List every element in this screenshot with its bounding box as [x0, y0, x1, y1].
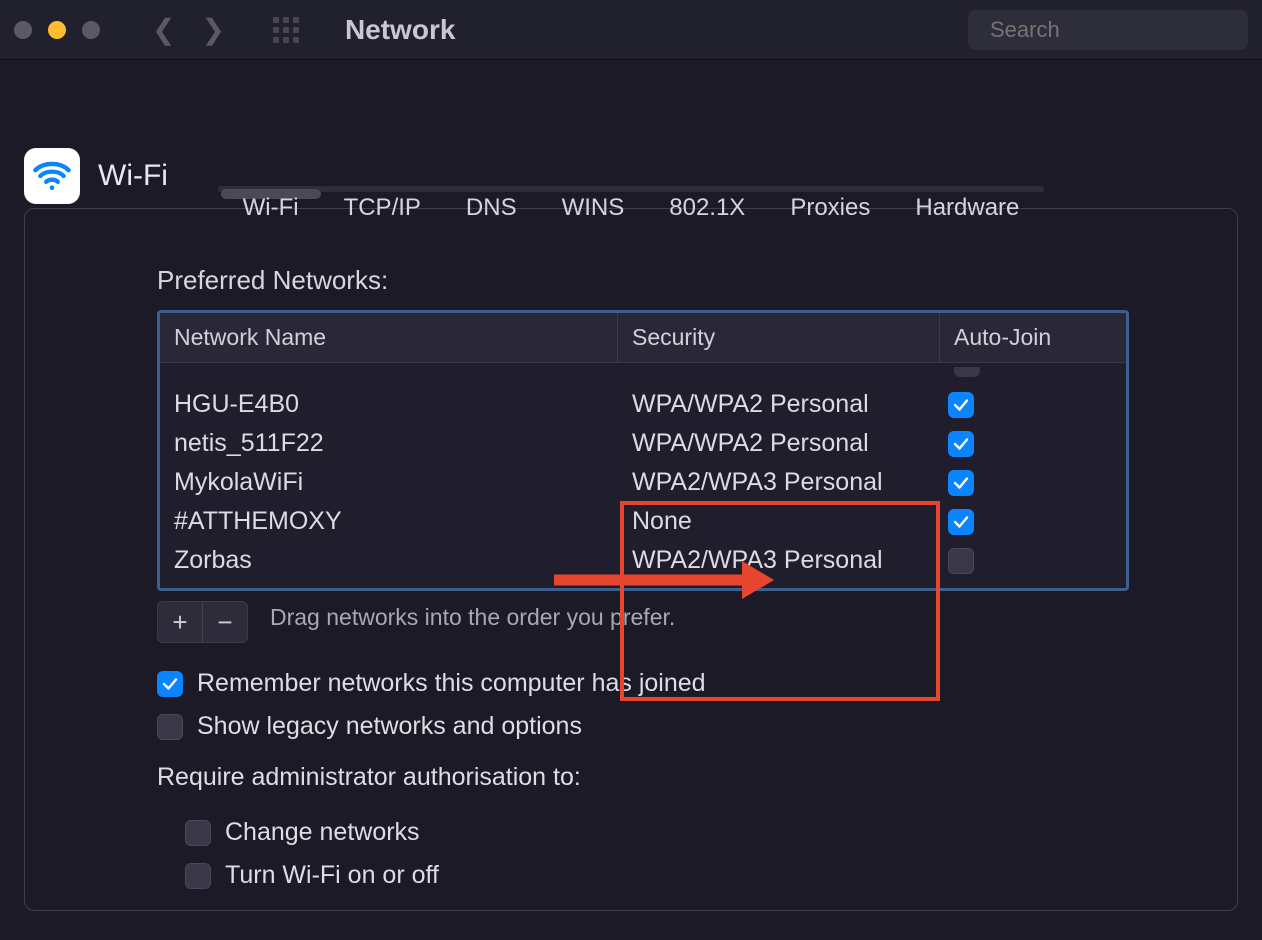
remember-networks-option[interactable]: Remember networks this computer has join… [157, 669, 1237, 698]
search-input[interactable] [990, 17, 1262, 43]
column-auto-join[interactable]: Auto-Join [940, 313, 1126, 362]
network-name-cell: netis_511F22 [160, 429, 618, 458]
turn-wifi-option[interactable]: Turn Wi-Fi on or off [185, 861, 1237, 890]
close-window-button[interactable] [14, 21, 32, 39]
auto-join-checkbox[interactable] [948, 392, 974, 418]
tab-dns[interactable]: DNS [444, 189, 539, 199]
add-network-button[interactable]: + [158, 602, 202, 642]
turn-wifi-label: Turn Wi-Fi on or off [225, 861, 439, 890]
auto-join-cell [940, 548, 1126, 574]
zoom-window-button[interactable] [82, 21, 100, 39]
show-legacy-checkbox[interactable] [157, 714, 183, 740]
network-name-cell: #ATTHEMOXY [160, 507, 618, 536]
change-networks-option[interactable]: Change networks [185, 818, 1237, 847]
settings-panel: Wi-FiTCP/IPDNSWINS802.1XProxiesHardware … [24, 208, 1238, 911]
network-name-cell: Zorbas [160, 546, 618, 575]
table-row[interactable]: MykolaWiFiWPA2/WPA3 Personal [160, 463, 1126, 502]
wifi-icon [24, 148, 80, 204]
auto-join-checkbox[interactable] [948, 470, 974, 496]
show-legacy-option[interactable]: Show legacy networks and options [157, 712, 1237, 741]
minimize-window-button[interactable] [48, 21, 66, 39]
pref-title: Wi-Fi [98, 159, 168, 193]
nav-buttons: ❮ ❯ [152, 16, 225, 44]
tab-tcpip[interactable]: TCP/IP [322, 189, 443, 199]
tab-proxies[interactable]: Proxies [768, 189, 892, 199]
auto-join-cell [940, 392, 1126, 418]
auto-join-checkbox[interactable] [948, 548, 974, 574]
tab-wifi[interactable]: Wi-Fi [221, 189, 321, 199]
table-header: Network Name Security Auto-Join [160, 313, 1126, 363]
window-title: Network [345, 14, 455, 46]
auto-join-checkbox-partial[interactable] [954, 367, 980, 377]
column-security[interactable]: Security [618, 313, 940, 362]
forward-button[interactable]: ❯ [201, 16, 224, 44]
show-all-icon[interactable] [273, 17, 299, 43]
remember-networks-label: Remember networks this computer has join… [197, 669, 706, 698]
search-field[interactable] [968, 10, 1248, 50]
security-cell: WPA/WPA2 Personal [618, 429, 940, 458]
back-button[interactable]: ❮ [152, 16, 175, 44]
security-cell: WPA2/WPA3 Personal [618, 468, 940, 497]
remove-network-button[interactable]: − [203, 602, 247, 642]
drag-reorder-hint: Drag networks into the order you prefer. [270, 604, 675, 631]
tab-wins[interactable]: WINS [540, 189, 647, 199]
show-legacy-label: Show legacy networks and options [197, 712, 582, 741]
auto-join-cell [940, 509, 1126, 535]
window-toolbar: ❮ ❯ Network [0, 0, 1262, 60]
turn-wifi-checkbox[interactable] [185, 863, 211, 889]
security-cell: WPA/WPA2 Personal [618, 390, 940, 419]
auto-join-checkbox[interactable] [948, 431, 974, 457]
security-cell: WPA2/WPA3 Personal [618, 546, 940, 575]
table-row[interactable]: #ATTHEMOXYNone [160, 502, 1126, 541]
tab-hardware[interactable]: Hardware [893, 189, 1041, 199]
table-row[interactable]: HGU-E4B0WPA/WPA2 Personal [160, 385, 1126, 424]
change-networks-checkbox[interactable] [185, 820, 211, 846]
column-network-name[interactable]: Network Name [160, 313, 618, 362]
network-name-cell: HGU-E4B0 [160, 390, 618, 419]
table-row[interactable]: ZorbasWPA2/WPA3 Personal [160, 541, 1126, 580]
table-row[interactable]: netis_511F22WPA/WPA2 Personal [160, 424, 1126, 463]
traffic-lights [14, 21, 100, 39]
remember-networks-checkbox[interactable] [157, 671, 183, 697]
add-remove-control: + − [157, 601, 248, 643]
auto-join-checkbox[interactable] [948, 509, 974, 535]
preferred-networks-table[interactable]: Network Name Security Auto-Join HGU-E4B0… [157, 310, 1129, 591]
change-networks-label: Change networks [225, 818, 420, 847]
tab-bar: Wi-FiTCP/IPDNSWINS802.1XProxiesHardware [218, 186, 1045, 192]
auto-join-cell [940, 431, 1126, 457]
admin-auth-label: Require administrator authorisation to: [157, 763, 1237, 792]
tab-8021x[interactable]: 802.1X [647, 189, 767, 199]
preferred-networks-label: Preferred Networks: [157, 265, 1237, 296]
network-name-cell: MykolaWiFi [160, 468, 618, 497]
security-cell: None [618, 507, 940, 536]
auto-join-cell [940, 470, 1126, 496]
